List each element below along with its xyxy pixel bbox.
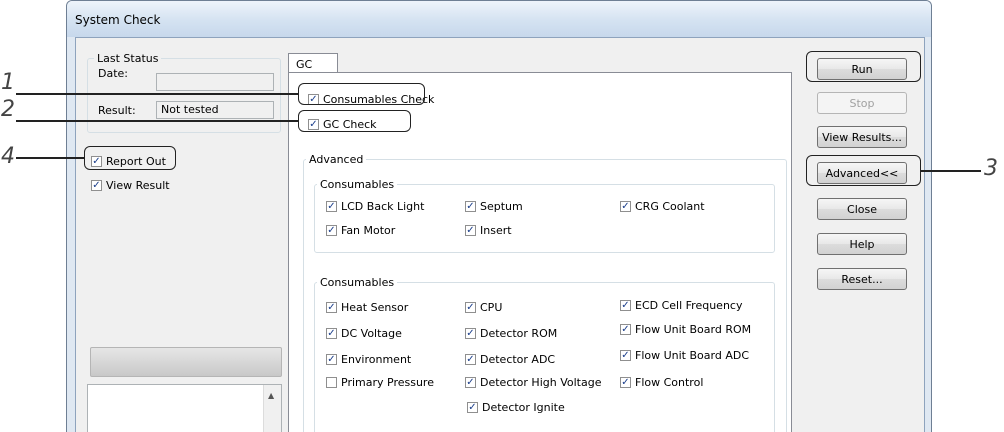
result-label: Result: [98,104,136,117]
view-result-label: View Result [106,179,170,192]
message-area[interactable]: ▲ [87,384,282,432]
callout-4-box [84,146,176,170]
callout-1-line [16,93,298,95]
dc-voltage-label: DC Voltage [341,327,402,340]
close-button[interactable]: Close [817,198,907,220]
cpu-checkbox-box[interactable] [465,302,476,313]
environment-label: Environment [341,353,412,366]
flow-unit-board-adc-checkbox[interactable]: Flow Unit Board ADC [620,349,749,362]
message-scrollbar[interactable]: ▲ [263,385,281,432]
last-status-group: Last Status Date: Result: Not tested [87,52,281,133]
reset-button[interactable]: Reset... [817,268,907,290]
flow-unit-board-rom-checkbox[interactable]: Flow Unit Board ROM [620,323,751,336]
callout-1-box [298,83,425,105]
detector-rom-checkbox[interactable]: Detector ROM [465,327,557,340]
detector-rom-checkbox-box[interactable] [465,328,476,339]
flow-unit-board-rom-label: Flow Unit Board ROM [635,323,752,336]
insert-checkbox-box[interactable] [465,225,476,236]
septum-label: Septum [480,200,523,213]
advanced-legend: Advanced [306,153,367,166]
crg-coolant-checkbox-box[interactable] [620,201,631,212]
ecd-cell-frequency-checkbox-box[interactable] [620,300,631,311]
callout-4-line [16,157,84,159]
callout-1-number: 1 [1,70,15,95]
consumables-group-1-legend: Consumables [317,178,398,191]
callout-3-number: 3 [984,156,998,181]
callout-2-line [16,120,298,122]
callout-3-line [921,170,981,172]
ecd-cell-frequency-checkbox[interactable]: ECD Cell Frequency [620,299,742,312]
consumables-group-1: Consumables LCD Back Light Septum CRG Co… [314,178,775,253]
tab-gc[interactable]: GC [288,53,338,73]
fan-motor-label: Fan Motor [341,224,396,237]
title-bar[interactable]: System Check [67,1,931,37]
detector-ignite-checkbox[interactable]: Detector Ignite [467,401,565,414]
detector-adc-label: Detector ADC [480,353,556,366]
detector-ignite-label: Detector Ignite [482,401,565,414]
heat-sensor-label: Heat Sensor [341,301,409,314]
flow-control-label: Flow Control [635,376,704,389]
detector-ignite-checkbox-box[interactable] [467,402,478,413]
flow-control-checkbox-box[interactable] [620,377,631,388]
fan-motor-checkbox-box[interactable] [326,225,337,236]
detector-rom-label: Detector ROM [480,327,558,340]
flow-unit-board-adc-label: Flow Unit Board ADC [635,349,749,362]
window-title: System Check [75,13,161,27]
flow-unit-board-rom-checkbox-box[interactable] [620,324,631,335]
environment-checkbox[interactable]: Environment [326,353,411,366]
detector-high-voltage-checkbox-box[interactable] [465,377,476,388]
lcd-back-light-checkbox-box[interactable] [326,201,337,212]
callout-2-number: 2 [1,97,15,122]
view-result-checkbox-box[interactable] [91,180,102,191]
ecd-cell-frequency-label: ECD Cell Frequency [635,299,743,312]
callout-3-box [806,155,921,186]
septum-checkbox-box[interactable] [465,201,476,212]
primary-pressure-checkbox[interactable]: Primary Pressure [326,376,458,389]
cpu-checkbox[interactable]: CPU [465,301,502,314]
detector-high-voltage-label: Detector High Voltage [480,376,602,389]
detector-high-voltage-checkbox[interactable]: Detector High Voltage [465,376,601,389]
heat-sensor-checkbox[interactable]: Heat Sensor [326,301,408,314]
system-check-window: System Check Last Status Date: Result: N… [66,0,932,432]
flow-unit-board-adc-checkbox-box[interactable] [620,350,631,361]
date-field [156,73,274,91]
detector-adc-checkbox-box[interactable] [465,354,476,365]
flow-control-checkbox[interactable]: Flow Control [620,376,703,389]
last-status-legend: Last Status [94,52,162,65]
consumables-group-2-legend: Consumables [317,276,398,289]
insert-label: Insert [480,224,512,237]
primary-pressure-label: Primary Pressure [341,376,434,389]
dialog-client-area: Last Status Date: Result: Not tested Rep… [75,37,925,432]
cpu-label: CPU [480,301,503,314]
lcd-back-light-checkbox[interactable]: LCD Back Light [326,200,424,213]
progress-bar [90,347,282,377]
view-result-checkbox[interactable]: View Result [91,179,170,192]
crg-coolant-checkbox[interactable]: CRG Coolant [620,200,705,213]
primary-pressure-checkbox-box[interactable] [326,377,337,388]
crg-coolant-label: CRG Coolant [635,200,705,213]
heat-sensor-checkbox-box[interactable] [326,302,337,313]
fan-motor-checkbox[interactable]: Fan Motor [326,224,395,237]
tab-gc-label: GC [296,58,313,71]
advanced-group: Advanced Consumables LCD Back Light Sept… [303,153,787,432]
callout-2-box [298,110,411,132]
dc-voltage-checkbox-box[interactable] [326,328,337,339]
scroll-up-arrow-icon[interactable]: ▲ [268,391,274,400]
help-button[interactable]: Help [817,233,907,255]
stop-button[interactable]: Stop [817,92,907,114]
date-label: Date: [98,67,128,80]
callout-4-number: 4 [1,144,15,169]
environment-checkbox-box[interactable] [326,354,337,365]
detector-adc-checkbox[interactable]: Detector ADC [465,353,555,366]
dc-voltage-checkbox[interactable]: DC Voltage [326,327,402,340]
view-results-button[interactable]: View Results... [817,126,907,148]
consumables-group-2: Consumables Heat Sensor CPU ECD Cell Fre… [314,276,775,432]
run-highlight-box [806,51,921,82]
insert-checkbox[interactable]: Insert [465,224,512,237]
septum-checkbox[interactable]: Septum [465,200,523,213]
result-field: Not tested [156,101,274,119]
lcd-back-light-label: LCD Back Light [341,200,425,213]
